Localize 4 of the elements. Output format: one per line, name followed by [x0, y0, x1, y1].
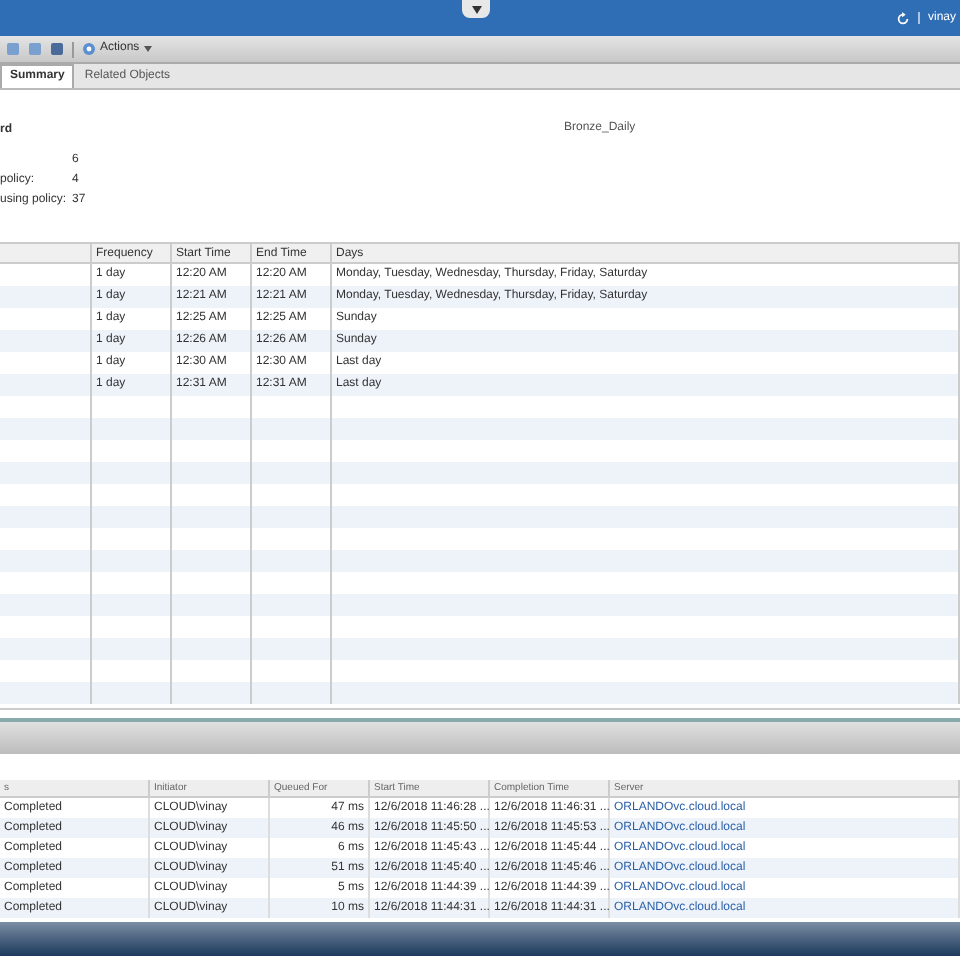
- expand-button[interactable]: [462, 0, 490, 18]
- refresh-icon[interactable]: [895, 11, 910, 25]
- caret-icon: [471, 5, 481, 13]
- caret-icon: [143, 46, 152, 52]
